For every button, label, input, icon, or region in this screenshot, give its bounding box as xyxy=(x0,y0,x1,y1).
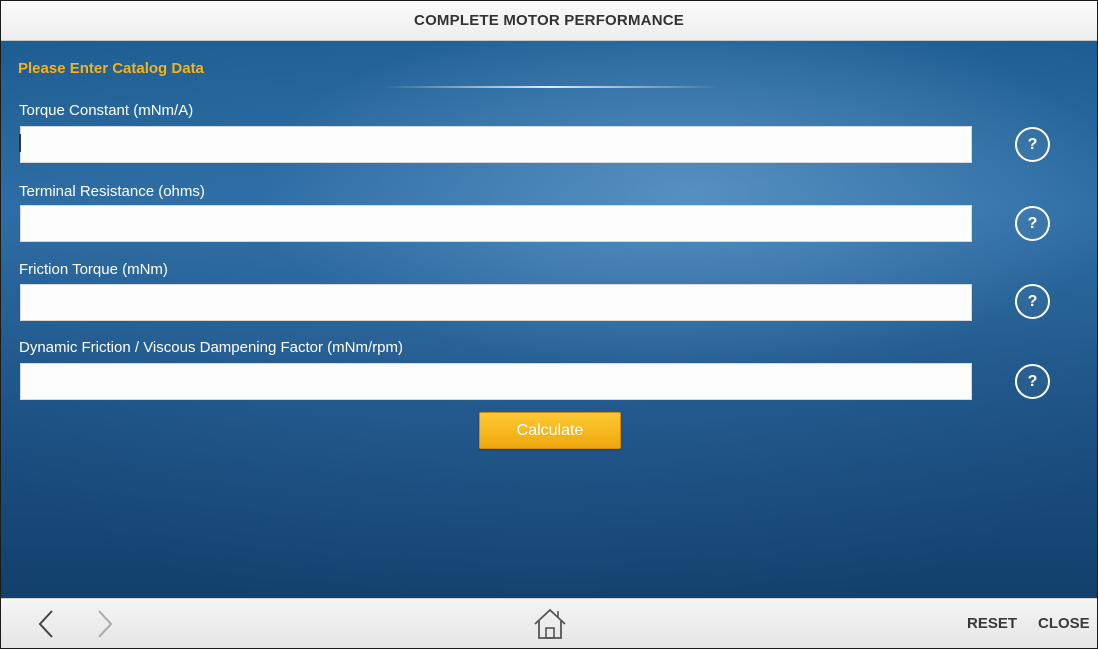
torque-constant-label: Torque Constant (mNm/A) xyxy=(19,102,194,119)
title-bar: COMPLETE MOTOR PERFORMANCE xyxy=(1,1,1097,41)
friction-torque-help-button[interactable]: ? xyxy=(1015,284,1050,319)
divider xyxy=(381,86,721,88)
torque-constant-help-button[interactable]: ? xyxy=(1015,127,1050,162)
bottom-navigation-bar: RESET CLOSE xyxy=(1,598,1097,648)
terminal-resistance-help-button[interactable]: ? xyxy=(1015,206,1050,241)
home-icon xyxy=(534,608,566,639)
dynamic-friction-input[interactable] xyxy=(20,363,972,400)
question-mark-icon: ? xyxy=(1027,372,1038,390)
form-panel: Please Enter Catalog Data Torque Constan… xyxy=(1,41,1097,598)
window-title: COMPLETE MOTOR PERFORMANCE xyxy=(414,12,684,29)
section-heading: Please Enter Catalog Data xyxy=(18,60,204,77)
friction-torque-label: Friction Torque (mNm) xyxy=(19,261,168,278)
forward-button[interactable] xyxy=(89,608,119,640)
text-cursor xyxy=(19,134,21,152)
question-mark-icon: ? xyxy=(1027,214,1038,232)
close-button[interactable]: CLOSE xyxy=(1038,615,1090,632)
terminal-resistance-label: Terminal Resistance (ohms) xyxy=(19,183,205,200)
dynamic-friction-label: Dynamic Friction / Viscous Dampening Fac… xyxy=(19,339,403,356)
terminal-resistance-input[interactable] xyxy=(20,205,972,242)
reset-button[interactable]: RESET xyxy=(967,615,1017,632)
question-mark-icon: ? xyxy=(1027,292,1038,310)
chevron-right-icon xyxy=(98,610,113,638)
dynamic-friction-help-button[interactable]: ? xyxy=(1015,364,1050,399)
torque-constant-input[interactable] xyxy=(20,126,972,163)
home-button[interactable] xyxy=(532,607,568,641)
friction-torque-input[interactable] xyxy=(20,284,972,321)
chevron-left-icon xyxy=(38,610,53,638)
question-mark-icon: ? xyxy=(1027,135,1038,153)
back-button[interactable] xyxy=(32,608,62,640)
app-window: COMPLETE MOTOR PERFORMANCE Please Enter … xyxy=(0,0,1098,649)
calculate-button[interactable]: Calculate xyxy=(479,412,621,449)
